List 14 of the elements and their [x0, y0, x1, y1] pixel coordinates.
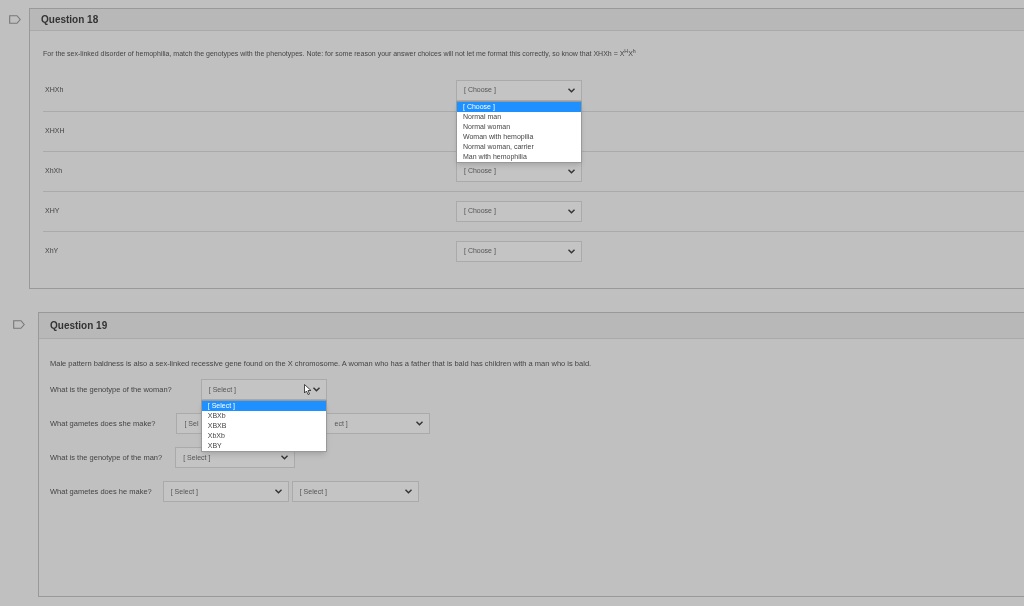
chevron-down-icon	[568, 88, 575, 93]
mouse-pointer-icon	[303, 384, 312, 396]
chevron-down-icon	[281, 455, 289, 461]
question-title: Question 19	[50, 319, 108, 333]
chevron-down-icon	[568, 208, 575, 214]
flag-icon[interactable]	[13, 320, 25, 329]
chevron-down-icon	[568, 248, 575, 254]
chevron-down-icon	[568, 168, 575, 174]
chevron-down-icon	[416, 421, 424, 427]
chevron-down-icon	[274, 489, 282, 495]
chevron-down-icon	[312, 387, 320, 393]
flag-icon[interactable]	[8, 15, 21, 24]
question-title: Question 18	[41, 13, 99, 27]
chevron-down-icon	[404, 489, 412, 495]
